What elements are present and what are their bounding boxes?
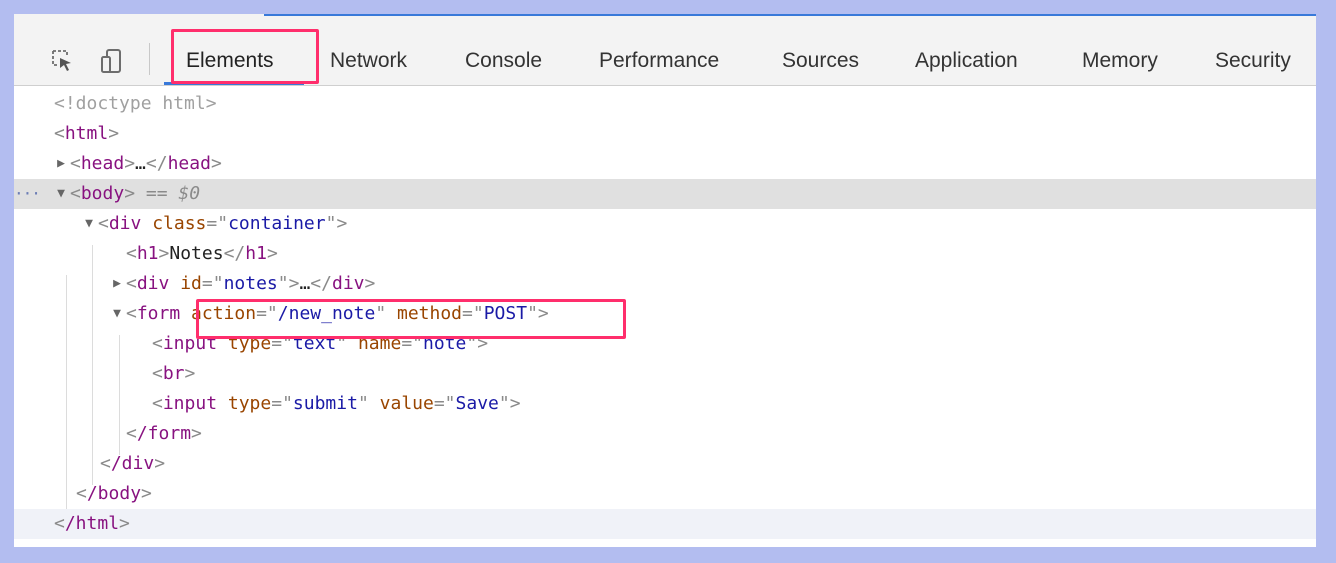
h1-text: Notes xyxy=(169,243,224,264)
tab-sources[interactable]: Sources xyxy=(782,48,859,74)
dom-node-html-close[interactable]: </html> xyxy=(14,509,1316,539)
head-ellipsis: … xyxy=(135,153,146,174)
tab-network[interactable]: Network xyxy=(330,48,407,74)
dom-node-h1[interactable]: <h1>Notes</h1> xyxy=(14,239,1316,269)
div-tag: div xyxy=(136,273,170,294)
attr-name: id xyxy=(180,273,202,294)
device-toolbar-icon[interactable] xyxy=(100,48,124,74)
attr-name: type xyxy=(227,393,272,414)
attr-name-action: action xyxy=(191,303,257,324)
dom-node-html[interactable]: <html> xyxy=(14,119,1316,149)
active-tab-indicator xyxy=(164,82,304,85)
attr-value: submit xyxy=(292,393,358,414)
dom-node-div-notes[interactable]: ▶ <div id="notes">…</div> xyxy=(14,269,1316,299)
collapse-arrow-icon[interactable]: ▼ xyxy=(110,299,124,329)
dom-node-head[interactable]: ▶ <head>…</head> xyxy=(14,149,1316,179)
h1-tag: h1 xyxy=(136,243,159,264)
tab-application[interactable]: Application xyxy=(915,48,1018,74)
dom-node-br[interactable]: <br> xyxy=(14,359,1316,389)
head-tag: head xyxy=(80,153,125,174)
tab-performance[interactable]: Performance xyxy=(599,48,719,74)
expand-arrow-icon[interactable]: ▶ xyxy=(54,149,68,179)
html-close-tag: /html xyxy=(64,513,120,534)
attr-value-action: /new_note xyxy=(277,303,376,324)
expand-arrow-icon[interactable]: ▶ xyxy=(110,269,124,299)
dom-node-body[interactable]: ··· ▼ <body> == $0 xyxy=(14,179,1316,209)
dom-node-form[interactable]: ▼ <form action="/new_note" method="POST"… xyxy=(14,299,1316,329)
body-tag: body xyxy=(80,183,125,204)
attr-value: note xyxy=(423,333,467,354)
dom-node-div-close[interactable]: </div> xyxy=(14,449,1316,479)
attr-name: class xyxy=(152,213,207,234)
attr-value: container xyxy=(228,213,326,234)
tab-memory[interactable]: Memory xyxy=(1082,48,1158,74)
attr-name: type xyxy=(227,333,272,354)
attr-name: name xyxy=(357,333,402,354)
attr-name-method: method xyxy=(397,303,463,324)
dom-node-form-close[interactable]: </form> xyxy=(14,419,1316,449)
form-close-tag: /form xyxy=(136,423,192,444)
console-var: $0 xyxy=(178,183,201,204)
dom-node-div-container[interactable]: ▼ <div class="container"> xyxy=(14,209,1316,239)
div-ellipsis: … xyxy=(299,273,311,294)
dom-node-input-submit[interactable]: <input type="submit" value="Save"> xyxy=(14,389,1316,419)
attr-name: value xyxy=(379,393,434,414)
body-close-tag: /body xyxy=(86,483,142,504)
dom-node-doctype[interactable]: <!doctype html> xyxy=(14,89,1316,119)
toolbar-separator xyxy=(149,43,150,75)
div-close-tag: div xyxy=(331,273,365,294)
br-tag: br xyxy=(162,363,185,384)
collapse-arrow-icon[interactable]: ▼ xyxy=(54,179,68,209)
devtools-window: Elements Network Console Performance Sou… xyxy=(14,14,1316,547)
dom-node-input-text[interactable]: <input type="text" name="note"> xyxy=(14,329,1316,359)
head-close-tag: head xyxy=(167,153,211,174)
attr-value: notes xyxy=(223,273,278,294)
input-tag: input xyxy=(162,333,218,354)
html-tag: html xyxy=(64,123,109,144)
tab-console[interactable]: Console xyxy=(465,48,542,74)
dom-tree: <!doctype html> <html> ▶ <head>…</head> … xyxy=(14,87,1316,547)
devtools-toolbar: Elements Network Console Performance Sou… xyxy=(14,14,1316,86)
div-close-tag: /div xyxy=(110,453,155,474)
collapse-arrow-icon[interactable]: ▼ xyxy=(82,209,96,239)
attr-value-method: POST xyxy=(483,303,528,324)
more-options-icon[interactable]: ··· xyxy=(14,179,41,209)
doctype-text: <!doctype html> xyxy=(54,93,217,114)
selected-marker: == xyxy=(135,183,179,204)
inspect-element-icon[interactable] xyxy=(50,48,74,74)
tab-security[interactable]: Security xyxy=(1215,48,1291,74)
div-tag: div xyxy=(108,213,142,234)
tab-elements[interactable]: Elements xyxy=(186,48,274,74)
attr-value: text xyxy=(292,333,337,354)
input-tag: input xyxy=(162,393,218,414)
dom-node-body-close[interactable]: </body> xyxy=(14,479,1316,509)
attr-value: Save xyxy=(455,393,499,414)
toolbar-accent-line xyxy=(264,14,1316,16)
form-tag: form xyxy=(136,303,181,324)
h1-close-tag: h1 xyxy=(245,243,267,264)
